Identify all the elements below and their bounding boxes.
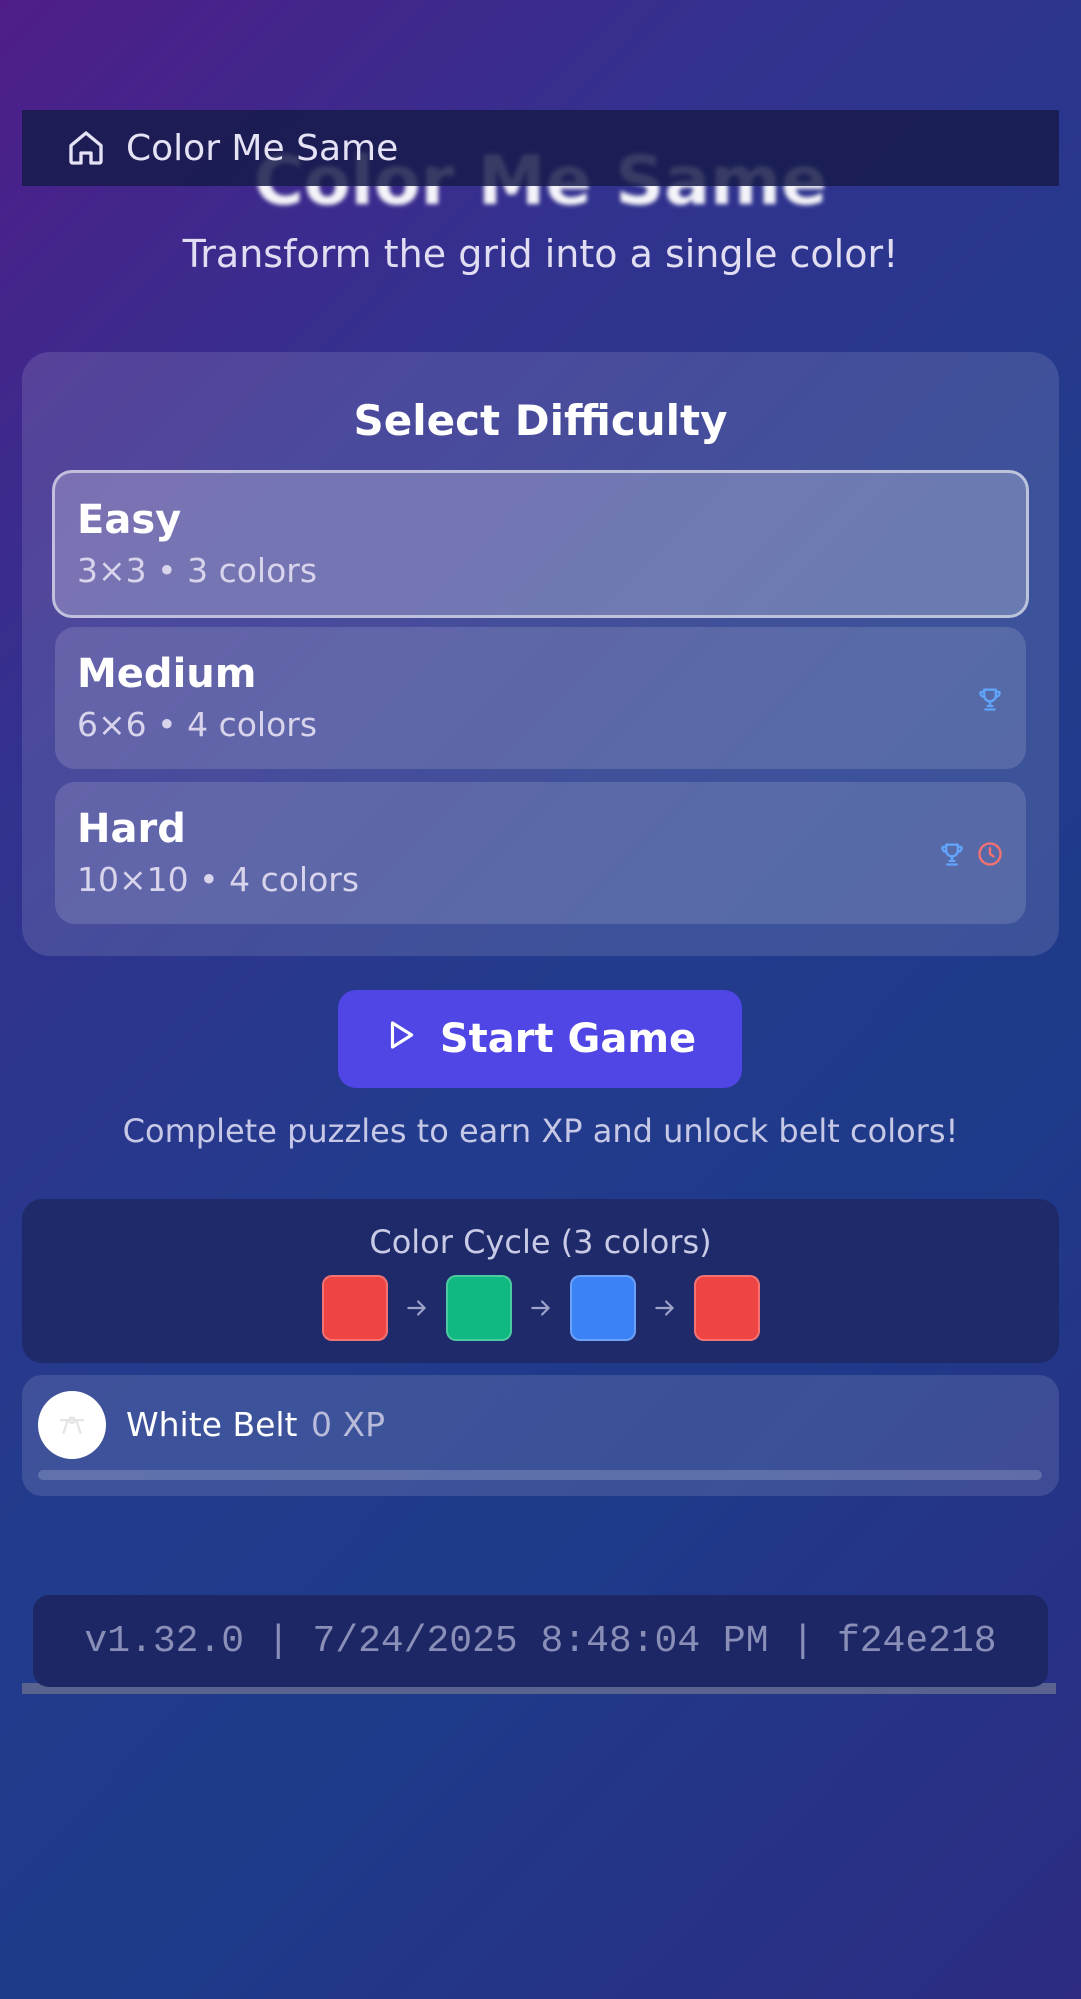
belt-avatar [38,1391,106,1459]
color-swatch [693,1275,760,1341]
nav-title[interactable]: Color Me Same [126,128,398,169]
difficulty-heading: Select Difficulty [353,396,728,445]
trophy-icon [938,840,966,872]
difficulty-desc: 3×3 • 3 colors [77,551,318,590]
start-game-label: Start Game [439,1016,697,1062]
color-cycle-title: Color Cycle (3 colors) [369,1223,712,1261]
belt-icon [55,1406,89,1444]
belt-name: White Belt [126,1405,298,1444]
color-swatch [445,1275,512,1341]
top-nav-bar: Color Me Same [22,110,1059,186]
belt-progress-bar [38,1470,1042,1480]
difficulty-option-hard[interactable]: Hard 10×10 • 4 colors [55,782,1026,924]
difficulty-panel: Select Difficulty Easy 3×3 • 3 colors Me… [22,352,1059,956]
difficulty-name: Medium [77,651,257,697]
arrow-right-icon [526,1293,556,1323]
difficulty-name: Hard [77,806,186,852]
start-game-button[interactable]: Start Game [338,990,742,1088]
version-info: v1.32.0 | 7/24/2025 8:48:04 PM | f24e218 [33,1595,1048,1687]
arrow-right-icon [402,1293,432,1323]
belt-progress-panel: White Belt 0 XP [22,1375,1059,1496]
clock-icon [976,840,1004,872]
color-swatch [569,1275,636,1341]
color-cycle-panel: Color Cycle (3 colors) [22,1199,1059,1363]
color-swatch [321,1275,388,1341]
home-icon[interactable] [66,128,106,168]
subtitle: Transform the grid into a single color! [182,232,899,276]
arrow-right-icon [650,1293,680,1323]
belt-xp: 0 XP [311,1405,385,1444]
difficulty-desc: 10×10 • 4 colors [77,860,360,899]
difficulty-desc: 6×6 • 4 colors [77,705,318,744]
difficulty-name: Easy [77,497,182,543]
difficulty-option-medium[interactable]: Medium 6×6 • 4 colors [55,627,1026,769]
xp-hint: Complete puzzles to earn XP and unlock b… [122,1112,959,1150]
play-icon [384,1016,418,1062]
color-cycle-row [22,1275,1059,1341]
trophy-icon [976,685,1004,717]
difficulty-option-easy[interactable]: Easy 3×3 • 3 colors [52,470,1029,618]
